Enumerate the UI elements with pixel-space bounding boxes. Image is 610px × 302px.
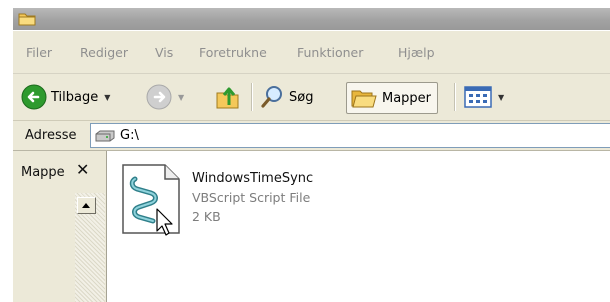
address-label: Adresse [25, 128, 77, 143]
address-input[interactable]: G:\ [90, 123, 610, 148]
menu-view[interactable]: Vis [155, 45, 173, 60]
back-dropdown-arrow[interactable]: ▼ [104, 93, 110, 102]
menu-favorites[interactable]: Foretrukne [199, 45, 267, 60]
up-button[interactable] [214, 82, 242, 112]
file-size: 2 KB [192, 209, 221, 224]
folder-pane-title: Mappe [21, 165, 65, 180]
forward-arrow-icon [146, 84, 172, 110]
window-title-bar[interactable] [13, 8, 610, 30]
views-icon [464, 86, 492, 108]
file-type: VBScript Script File [192, 190, 311, 205]
folders-label: Mapper [382, 90, 432, 106]
close-icon[interactable]: ✕ [76, 160, 89, 179]
address-bar: Adresse G:\ [13, 121, 610, 151]
menu-tools[interactable]: Funktioner [297, 45, 363, 60]
forward-button[interactable]: ▼ [146, 82, 184, 112]
file-name: WindowsTimeSync [192, 171, 314, 186]
folder-app-icon [18, 13, 36, 26]
menu-bar: Filer Rediger Vis Foretrukne Funktioner … [13, 31, 610, 74]
views-button[interactable]: ▼ [464, 82, 504, 112]
forward-dropdown-arrow[interactable]: ▼ [178, 93, 184, 102]
standard-toolbar: Tilbage ▼ ▼ Søg Mapper ▼ [13, 74, 610, 121]
search-label: Søg [289, 89, 314, 105]
back-button[interactable]: Tilbage ▼ [21, 82, 110, 112]
folders-button[interactable]: Mapper [346, 82, 439, 114]
views-dropdown-arrow[interactable]: ▼ [498, 93, 504, 102]
menu-file[interactable]: Filer [26, 45, 52, 60]
back-label: Tilbage [51, 89, 99, 105]
menu-help[interactable]: Hjælp [398, 45, 435, 60]
scroll-up-button[interactable] [77, 197, 96, 214]
file-item[interactable]: WindowsTimeSync VBScript Script File 2 K… [121, 163, 341, 253]
folder-up-icon [216, 87, 239, 109]
address-value: G:\ [120, 128, 139, 143]
drive-icon [95, 130, 115, 141]
file-list: WindowsTimeSync VBScript Script File 2 K… [107, 151, 610, 302]
scroll-up-arrow-icon [82, 203, 90, 208]
magnifier-icon [261, 86, 282, 108]
search-button[interactable]: Søg [259, 82, 313, 112]
menu-edit[interactable]: Rediger [80, 45, 128, 60]
folder-pane-scrollbar[interactable] [75, 193, 105, 302]
folders-icon [351, 90, 377, 108]
vbscript-file-icon [122, 164, 180, 236]
folder-pane: Mappe ✕ [13, 151, 107, 302]
back-arrow-icon [21, 84, 47, 110]
